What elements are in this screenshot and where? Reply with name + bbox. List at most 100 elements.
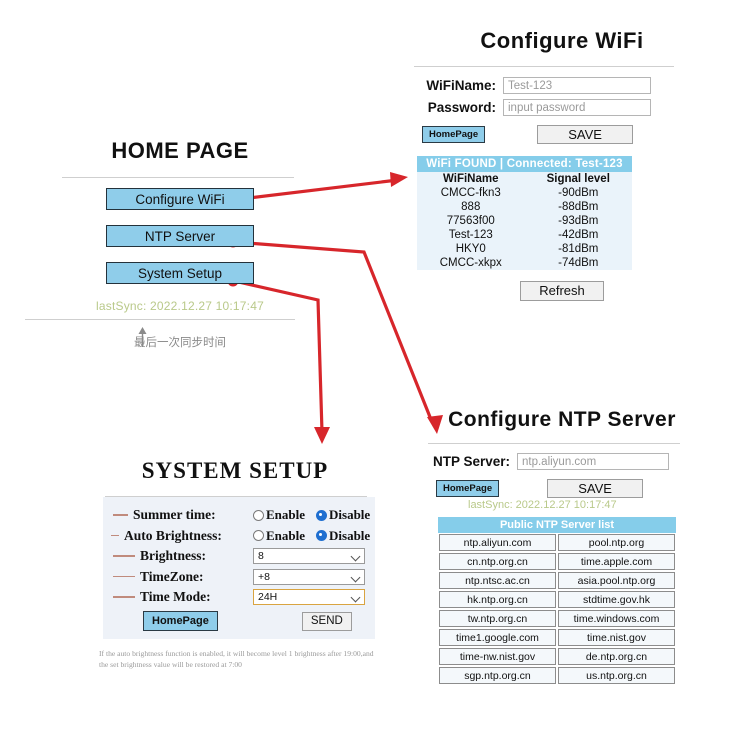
ntp-server-option[interactable]: asia.pool.ntp.org	[558, 572, 675, 589]
dash-marker	[113, 555, 135, 557]
password-row: Password: input password	[412, 99, 712, 116]
wifi-name: 888	[461, 201, 481, 213]
wifi-signal: -74dBm	[558, 257, 599, 269]
column-header-wifiname: WiFiName	[443, 173, 499, 185]
row-summer-time: Summer time: Enable Disable	[103, 506, 375, 524]
radio-autobrightness-disable[interactable]	[316, 530, 328, 541]
wifi-name: CMCC-xkpx	[439, 257, 502, 269]
home-page-panel: HOME PAGE Configure WiFi NTP Server Syst…	[25, 138, 330, 350]
chevron-down-icon	[350, 551, 361, 562]
wifi-button-row: HomePage SAVE	[412, 125, 712, 144]
callout-up-arrow	[138, 327, 147, 347]
password-label: Password:	[427, 100, 496, 115]
home-button-configure-wifi[interactable]: Configure WiFi	[106, 188, 254, 210]
system-homepage-button[interactable]: HomePage	[143, 611, 218, 631]
label-summer-enable: Enable	[266, 507, 306, 522]
label-autobrightness-disable: Disable	[329, 527, 371, 543]
list-item: hk.ntp.org.cn stdtime.gov.hk	[438, 590, 676, 609]
label-autobrightness-enable: Enable	[266, 527, 306, 543]
timezone-label: TimeZone:	[140, 568, 204, 584]
wifi-save-button[interactable]: SAVE	[537, 125, 634, 144]
radio-autobrightness-enable[interactable]	[253, 530, 264, 541]
wifi-signal: -93dBm	[558, 215, 599, 227]
chevron-down-icon	[350, 592, 361, 603]
home-annotation-cn: 最后一次同步时间	[134, 335, 226, 349]
ntp-list-header: Public NTP Server list	[438, 517, 676, 533]
configure-ntp-title: Configure NTP Server	[448, 408, 676, 431]
divider	[414, 66, 674, 67]
ntp-server-option[interactable]: stdtime.gov.hk	[558, 591, 675, 608]
auto-brightness-label: Auto Brightness:	[124, 527, 222, 543]
divider	[62, 177, 294, 178]
auto-brightness-controls: Enable Disable	[253, 528, 381, 544]
password-input[interactable]: input password	[503, 99, 651, 116]
ntp-server-option[interactable]: sgp.ntp.org.cn	[439, 667, 556, 684]
wifiname-row: WiFiName: Test-123	[412, 77, 712, 94]
column-header-signal: Signal level	[546, 173, 610, 185]
wifi-signal: -90dBm	[558, 187, 599, 199]
row-time-mode: Time Mode: 24H	[103, 588, 375, 606]
system-send-button[interactable]: SEND	[301, 611, 352, 631]
radio-summer-disable[interactable]	[316, 509, 328, 521]
table-row: 77563f00 -93dBm	[417, 214, 632, 228]
dash-marker	[111, 534, 119, 537]
wifi-name: CMCC-fkn3	[440, 187, 501, 199]
ntp-server-option[interactable]: hk.ntp.org.cn	[439, 591, 556, 608]
wifiname-input[interactable]: Test-123	[503, 77, 651, 94]
summer-time-controls: Enable Disable	[253, 507, 381, 523]
ntp-server-option[interactable]: pool.ntp.org	[558, 534, 675, 551]
ntp-button-row: HomePage SAVE	[412, 479, 712, 498]
dash-marker	[113, 575, 135, 578]
timezone-select[interactable]: +8	[253, 568, 365, 585]
label-summer-disable: Disable	[329, 507, 371, 522]
brightness-value: 8	[258, 550, 264, 562]
wifiname-label: WiFiName:	[426, 78, 496, 93]
list-item: ntp.ntsc.ac.cn asia.pool.ntp.org	[438, 571, 676, 590]
home-button-ntp-server[interactable]: NTP Server	[106, 225, 254, 247]
list-item: time1.google.com time.nist.gov	[438, 628, 676, 647]
ntp-server-option[interactable]: time.windows.com	[558, 610, 675, 627]
table-row: CMCC-xkpx -74dBm	[417, 256, 632, 270]
ntp-server-option[interactable]: time.apple.com	[558, 553, 675, 570]
wifi-refresh-button[interactable]: Refresh	[520, 281, 604, 301]
chevron-down-icon	[350, 572, 361, 582]
ntp-server-option[interactable]: time.nist.gov	[558, 629, 675, 646]
ntp-server-option[interactable]: time1.google.com	[439, 629, 556, 646]
time-mode-label: Time Mode:	[140, 589, 211, 604]
ntp-server-option[interactable]: tw.ntp.org.cn	[439, 610, 556, 627]
system-setup-panel: SYSTEM SETUP Summer time: Enable Disable…	[85, 458, 385, 670]
brightness-label: Brightness:	[140, 548, 207, 563]
brightness-select[interactable]: 8	[253, 548, 365, 564]
ntp-server-row: NTP Server: ntp.aliyun.com	[412, 453, 712, 470]
time-mode-select[interactable]: 24H	[253, 589, 365, 605]
timezone-select-wrap: +8	[253, 568, 365, 585]
radio-summer-enable[interactable]	[253, 509, 264, 521]
dash-marker	[113, 514, 128, 516]
ntp-homepage-button[interactable]: HomePage	[436, 480, 500, 497]
ntp-server-option[interactable]: us.ntp.org.cn	[558, 667, 675, 684]
configure-ntp-panel: Configure NTP Server NTP Server: ntp.ali…	[412, 408, 712, 685]
ntp-server-option[interactable]: ntp.ntsc.ac.cn	[439, 572, 556, 589]
system-setup-form: Summer time: Enable Disable Auto Brightn…	[103, 497, 375, 639]
time-mode-select-wrap: 24H	[253, 589, 365, 605]
ntp-server-option[interactable]: de.ntp.org.cn	[558, 648, 675, 665]
time-mode-value: 24H	[258, 591, 278, 603]
ntp-server-option[interactable]: cn.ntp.org.cn	[439, 553, 556, 570]
wifi-name: Test-123	[448, 229, 493, 241]
ntp-server-input[interactable]: ntp.aliyun.com	[517, 453, 669, 470]
system-button-row: HomePage SEND	[103, 611, 375, 631]
row-auto-brightness: Auto Brightness: Enable Disable	[103, 527, 375, 545]
table-row: Test-123 -42dBm	[417, 228, 632, 242]
wifi-name: 77563f00	[446, 215, 495, 227]
ntp-server-option[interactable]: time-nw.nist.gov	[439, 648, 556, 665]
wifi-homepage-button[interactable]: HomePage	[422, 126, 486, 143]
brightness-select-wrap: 8	[253, 548, 365, 564]
ntp-save-button[interactable]: SAVE	[547, 479, 644, 498]
list-item: cn.ntp.org.cn time.apple.com	[438, 552, 676, 571]
system-setup-title: SYSTEM SETUP	[141, 458, 329, 483]
wifi-found-table: WiFi FOUND | Connected: Test-123 WiFiNam…	[417, 156, 632, 270]
home-button-system-setup[interactable]: System Setup	[106, 262, 254, 284]
ntp-last-sync: lastSync: 2022.12.27 10:17:47	[468, 499, 617, 511]
row-brightness: Brightness: 8	[103, 547, 375, 565]
ntp-server-option[interactable]: ntp.aliyun.com	[439, 534, 556, 551]
